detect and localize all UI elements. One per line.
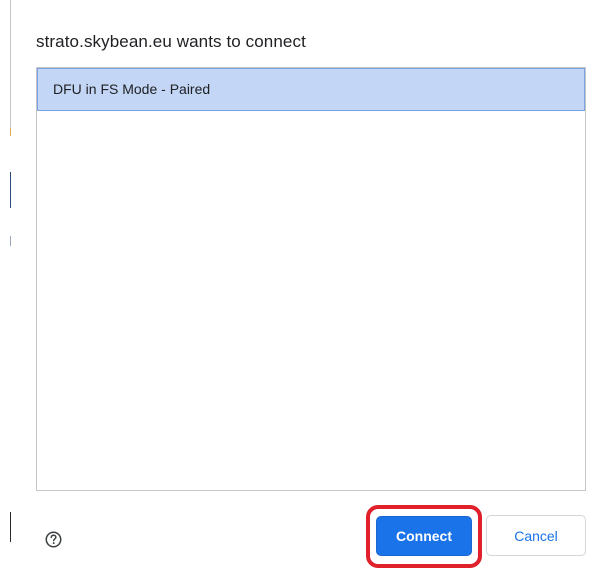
edge-line [10,236,11,246]
edge-line [10,128,11,136]
cancel-button[interactable]: Cancel [486,515,586,556]
edge-line [10,0,11,128]
bluetooth-chooser-dialog: strato.skybean.eu wants to connect DFU i… [0,0,607,575]
dialog-title: strato.skybean.eu wants to connect [36,32,306,51]
help-circle-icon[interactable] [45,531,62,548]
dialog-footer: Connect Cancel [0,500,607,575]
device-item-dfu-fs-mode[interactable]: DFU in FS Mode - Paired [37,68,585,111]
background-window-edge [0,0,12,575]
device-list[interactable]: DFU in FS Mode - Paired [36,67,586,491]
connect-button[interactable]: Connect [376,516,472,556]
edge-line [10,172,11,208]
